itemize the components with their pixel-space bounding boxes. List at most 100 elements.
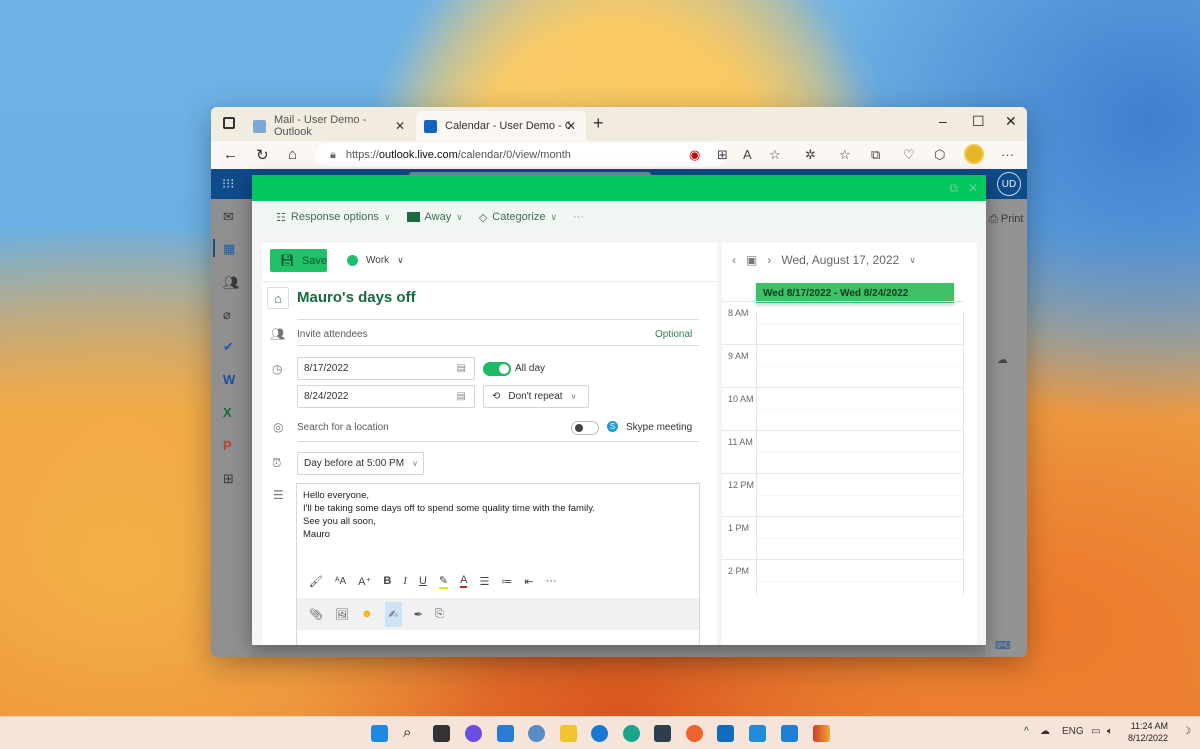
start-date-input[interactable]: 8/17/2022 ▤: [297, 357, 475, 380]
apps-available-icon[interactable]: ⊞: [717, 147, 728, 163]
attach-icon[interactable]: ⌀: [223, 307, 231, 323]
home-icon[interactable]: ⌂: [267, 287, 289, 309]
event-range-bar[interactable]: Wed 8/17/2022 - Wed 8/24/2022: [756, 283, 954, 303]
refresh-icon[interactable]: ↻: [256, 146, 269, 164]
italic-icon[interactable]: I: [403, 575, 407, 587]
browser-essentials-icon[interactable]: ⬡: [934, 147, 945, 163]
terminal-icon[interactable]: [654, 725, 671, 742]
editor-icon[interactable]: ✍︎: [384, 601, 402, 627]
network-icon[interactable]: ▭: [1091, 726, 1100, 737]
loop-icon[interactable]: ⎘: [435, 608, 444, 621]
powerpoint-icon[interactable]: P: [223, 438, 232, 453]
calendar-picker-icon[interactable]: ▤: [457, 391, 466, 402]
hour-row[interactable]: 11 AM: [722, 430, 964, 473]
previous-day-icon[interactable]: ‹: [732, 253, 736, 267]
file-explorer-icon[interactable]: [560, 725, 577, 742]
location-input[interactable]: Search for a location: [297, 422, 389, 433]
volume-icon[interactable]: 🔈︎: [1107, 726, 1113, 737]
invite-attendees-input[interactable]: Invite attendees: [297, 329, 368, 340]
highlight-icon[interactable]: ✎: [438, 574, 449, 589]
tracking-icon[interactable]: ◉: [689, 147, 700, 163]
print-button[interactable]: ⎙ Print: [989, 213, 1023, 226]
onedrive-icon[interactable]: ☁: [1040, 726, 1050, 737]
popout-icon[interactable]: ⧉: [949, 181, 958, 196]
user-avatar[interactable]: UD: [997, 172, 1021, 196]
signature-icon[interactable]: ✒︎: [414, 608, 423, 621]
mail-icon[interactable]: ✉: [223, 209, 234, 225]
tab-actions-icon[interactable]: [223, 117, 235, 129]
hour-row[interactable]: 8 AM: [722, 301, 964, 344]
reminder-dropdown[interactable]: Day before at 5:00 PM ∨: [297, 452, 424, 475]
calendar-selector[interactable]: Work ∨: [347, 255, 404, 266]
feedback-icon[interactable]: [497, 725, 514, 742]
firefox-icon[interactable]: [686, 725, 703, 742]
edge-icon[interactable]: [591, 725, 608, 742]
more-menu-button[interactable]: ···: [1001, 147, 1014, 162]
close-dialog-icon[interactable]: ✕: [968, 181, 978, 195]
attach-icon[interactable]: 📎︎: [309, 608, 323, 621]
word-icon[interactable]: W: [223, 372, 235, 387]
calendar-icon[interactable]: ▦: [223, 241, 235, 257]
settings-icon[interactable]: [528, 725, 545, 742]
focus-assist-icon[interactable]: ☽: [1182, 726, 1191, 737]
hour-row[interactable]: 10 AM: [722, 387, 964, 430]
underline-icon[interactable]: U: [419, 575, 427, 587]
calendar-app-icon[interactable]: [781, 725, 798, 742]
save-button[interactable]: 💾︎ Save: [270, 249, 327, 272]
optional-attendees-link[interactable]: Optional: [655, 329, 692, 340]
body-editor[interactable]: Hello everyone, I'll be taking some days…: [296, 483, 700, 645]
decrease-indent-icon[interactable]: ⇤: [524, 575, 533, 588]
close-tab-icon[interactable]: ✕: [566, 119, 576, 133]
bullets-icon[interactable]: ☰: [479, 575, 489, 588]
extensions-icon[interactable]: ✲: [805, 147, 816, 163]
hour-row[interactable]: 1 PM: [722, 516, 964, 559]
winrar-icon[interactable]: [813, 725, 830, 742]
performance-icon[interactable]: ♡: [903, 147, 915, 163]
profile-avatar[interactable]: [964, 144, 984, 164]
insert-picture-icon[interactable]: 🖼︎: [335, 608, 349, 621]
favorites-icon[interactable]: ☆: [839, 147, 851, 163]
language-indicator[interactable]: ENG: [1062, 726, 1084, 737]
minimize-button[interactable]: –: [939, 113, 947, 129]
selected-date[interactable]: Wed, August 17, 2022: [781, 253, 899, 267]
more-format-icon[interactable]: ···: [546, 575, 557, 587]
event-title-input[interactable]: Mauro's days off: [297, 289, 416, 306]
home-icon[interactable]: ⌂: [288, 146, 297, 163]
new-tab-button[interactable]: +: [593, 113, 604, 134]
clock[interactable]: 11:24 AM 8/12/2022: [1128, 720, 1168, 744]
bold-icon[interactable]: B: [383, 575, 391, 587]
task-view-icon[interactable]: [433, 725, 450, 742]
people-icon[interactable]: 👥︎: [223, 275, 240, 291]
next-day-icon[interactable]: ›: [767, 253, 771, 267]
hour-row[interactable]: 2 PM: [722, 559, 964, 602]
start-icon[interactable]: [371, 725, 388, 742]
close-tab-icon[interactable]: ✕: [395, 119, 405, 133]
search-icon[interactable]: ⌕: [403, 725, 420, 742]
more-options-button[interactable]: ···: [573, 211, 584, 223]
tab-mail[interactable]: Mail - User Demo - Outlook ✕: [245, 111, 415, 141]
close-window-button[interactable]: ✕: [1005, 113, 1017, 130]
numbering-icon[interactable]: ≔: [501, 575, 512, 588]
font-size-icon[interactable]: ᴬA: [335, 576, 346, 587]
repeat-dropdown[interactable]: ⟲ Don't repeat ∨: [483, 385, 589, 408]
tab-calendar[interactable]: Calendar - User Demo - Outlool ✕: [416, 111, 586, 141]
address-bar[interactable]: 🔒︎ https://outlook.live.com/calendar/0/v…: [316, 143, 726, 167]
response-options-button[interactable]: ☷ Response options ∨: [276, 211, 391, 224]
collections-icon[interactable]: ⧉: [871, 147, 880, 163]
font-color-icon[interactable]: A: [460, 574, 468, 588]
end-date-input[interactable]: 8/24/2022 ▤: [297, 385, 475, 408]
excel-icon[interactable]: X: [223, 405, 232, 420]
app-launcher-icon[interactable]: ⁝⁝⁝: [222, 176, 234, 192]
add-favorite-icon[interactable]: ☆: [769, 147, 781, 163]
apps-icon[interactable]: ⊞: [223, 471, 234, 487]
mail-app-icon[interactable]: [749, 725, 766, 742]
back-icon[interactable]: ←: [223, 146, 238, 163]
show-hidden-icons[interactable]: ^: [1024, 726, 1029, 737]
grow-font-icon[interactable]: A⁺: [358, 575, 371, 588]
chevron-down-icon[interactable]: ∨: [909, 255, 916, 266]
body-text[interactable]: Hello everyone, I'll be taking some days…: [303, 489, 595, 541]
todo-icon[interactable]: ✔: [223, 339, 234, 355]
edge-canary-icon[interactable]: [623, 725, 640, 742]
outlook-taskbar-icon[interactable]: [717, 725, 734, 742]
today-icon[interactable]: ▣: [746, 253, 757, 267]
